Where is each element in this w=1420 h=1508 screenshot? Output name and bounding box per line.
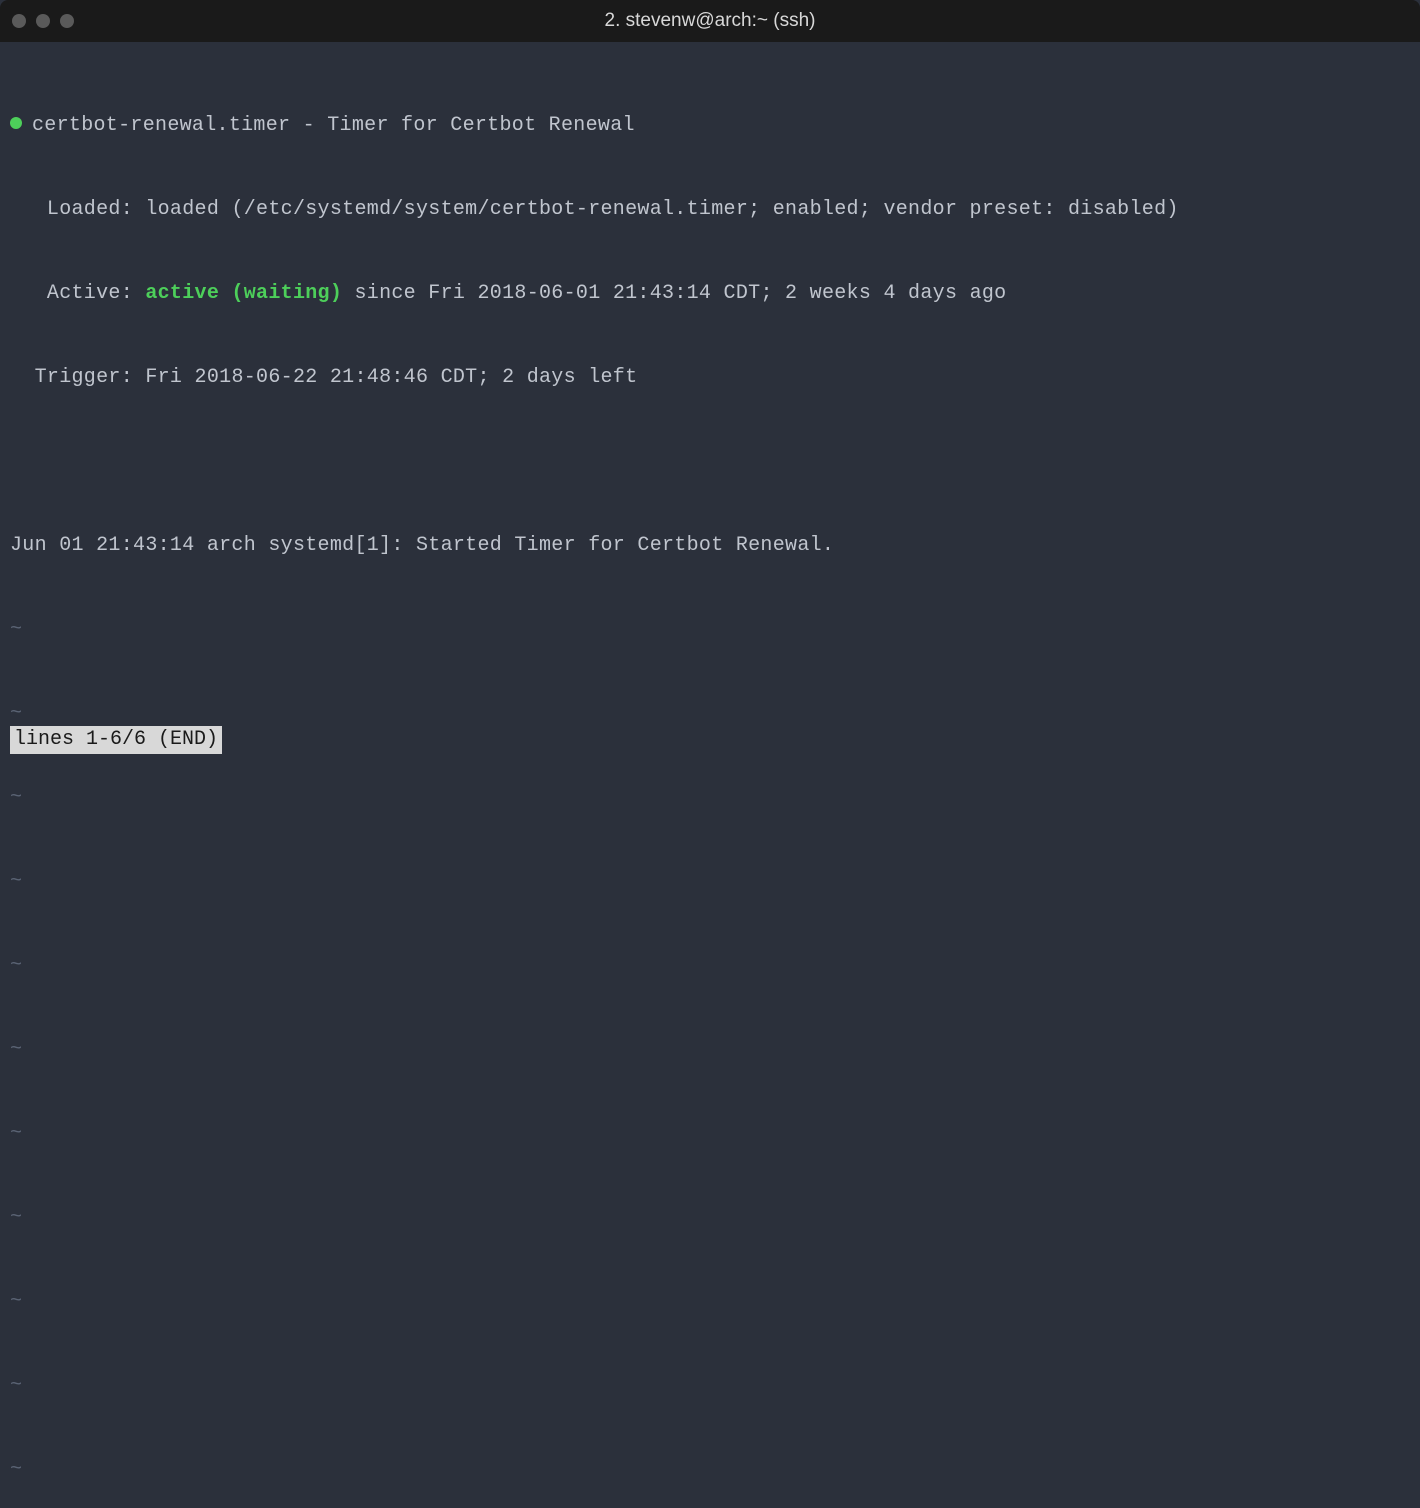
trigger-value: Fri 2018-06-22 21:48:46 CDT; 2 days left <box>145 366 637 389</box>
loaded-label: Loaded: <box>10 198 145 221</box>
pager-tilde: ~ <box>10 1456 1410 1484</box>
unit-separator: - <box>290 114 327 137</box>
maximize-window-icon[interactable] <box>60 14 74 28</box>
systemd-unit-header-line: certbot-renewal.timer - Timer for Certbo… <box>10 112 1410 140</box>
window-title: 2. stevenw@arch:~ (ssh) <box>605 8 816 35</box>
trigger-line: Trigger: Fri 2018-06-22 21:48:46 CDT; 2 … <box>10 364 1410 392</box>
pager-tilde: ~ <box>10 700 1410 728</box>
terminal-output[interactable]: certbot-renewal.timer - Timer for Certbo… <box>0 42 1420 1508</box>
pager-tilde: ~ <box>10 868 1410 896</box>
pager-tilde: ~ <box>10 616 1410 644</box>
pager-tilde: ~ <box>10 1036 1410 1064</box>
loaded-line: Loaded: loaded (/etc/systemd/system/cert… <box>10 196 1410 224</box>
traffic-lights <box>12 14 74 28</box>
active-line: Active: active (waiting) since Fri 2018-… <box>10 280 1410 308</box>
pager-tilde: ~ <box>10 1120 1410 1148</box>
unit-name: certbot-renewal.timer <box>32 114 290 137</box>
active-since: since Fri 2018-06-01 21:43:14 CDT; 2 wee… <box>342 282 1006 305</box>
pager-tilde: ~ <box>10 1204 1410 1232</box>
pager-status-bar: lines 1-6/6 (END) <box>10 726 222 754</box>
unit-description: Timer for Certbot Renewal <box>327 114 635 137</box>
loaded-value: loaded (/etc/systemd/system/certbot-rene… <box>145 198 1178 221</box>
blank-line <box>10 448 1410 476</box>
active-status: active (waiting) <box>145 282 342 305</box>
pager-tilde: ~ <box>10 952 1410 980</box>
pager-tilde: ~ <box>10 1288 1410 1316</box>
pager-tilde: ~ <box>10 1372 1410 1400</box>
pager-tilde: ~ <box>10 784 1410 812</box>
log-line: Jun 01 21:43:14 arch systemd[1]: Started… <box>10 532 1410 560</box>
window-titlebar: 2. stevenw@arch:~ (ssh) <box>0 0 1420 42</box>
trigger-label: Trigger: <box>10 366 145 389</box>
status-dot-icon <box>10 117 22 129</box>
minimize-window-icon[interactable] <box>36 14 50 28</box>
close-window-icon[interactable] <box>12 14 26 28</box>
active-label: Active: <box>10 282 145 305</box>
